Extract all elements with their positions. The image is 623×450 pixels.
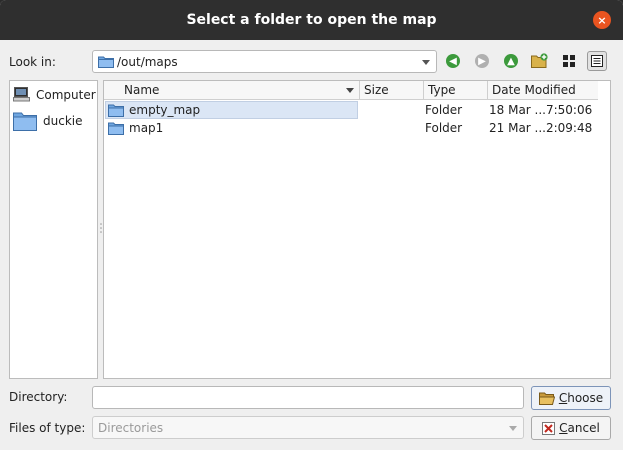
column-header-name[interactable]: Name (104, 81, 360, 100)
column-header-type[interactable]: Type (424, 81, 488, 100)
column-header-date-modified[interactable]: Date Modified (488, 81, 598, 100)
directory-label: Directory: (9, 390, 68, 404)
back-button[interactable]: ◀ (443, 51, 463, 71)
folder-icon (108, 122, 124, 135)
choose-button[interactable]: Choose (531, 386, 611, 410)
arrow-right-icon: ▶ (475, 54, 489, 68)
grid-view-icon (563, 55, 575, 67)
files-of-type-label: Files of type: (9, 421, 86, 435)
open-folder-icon (538, 392, 555, 405)
detail-view-button[interactable] (587, 51, 607, 71)
file-name: map1 (129, 121, 164, 135)
cancel-button[interactable]: Cancel (531, 416, 611, 440)
sidebar-item-computer[interactable]: Computer (13, 87, 96, 102)
files-of-type-value: Directories (98, 420, 164, 435)
look-in-label: Look in: (9, 55, 56, 69)
close-icon: × (597, 13, 607, 27)
cancel-label: Cancel (559, 421, 600, 435)
sidebar-item-duckie[interactable]: duckie (13, 111, 83, 131)
file-type: Folder (425, 103, 463, 117)
folder-icon (108, 104, 124, 117)
chevron-down-icon (509, 425, 517, 431)
chevron-down-icon (422, 59, 430, 65)
file-type: Folder (425, 121, 463, 135)
new-folder-icon (531, 53, 548, 68)
title-bar: Select a folder to open the map × (0, 0, 623, 40)
table-row[interactable]: map1 Folder 21 Mar ...2:09:48 (104, 119, 610, 137)
folder-icon (13, 112, 37, 131)
sidebar-item-label: Computer (36, 87, 96, 102)
sort-down-icon (346, 88, 354, 93)
new-folder-button[interactable] (530, 51, 550, 71)
file-list: Name Size Type Date Modified empty_map F… (103, 80, 611, 379)
splitter-handle[interactable] (100, 222, 102, 236)
table-row[interactable]: empty_map Folder 18 Mar ...7:50:06 (104, 101, 610, 119)
sidebar-item-label: duckie (43, 114, 83, 128)
files-of-type-combo[interactable]: Directories (92, 416, 524, 439)
places-sidebar: Computer duckie (9, 80, 98, 379)
close-button[interactable]: × (593, 11, 611, 29)
file-modified: 21 Mar ...2:09:48 (489, 121, 593, 135)
icon-view-button[interactable] (559, 51, 579, 71)
look-in-combo[interactable]: /out/maps (92, 50, 437, 73)
up-folder-button[interactable]: ▲ (501, 51, 521, 71)
forward-button[interactable]: ▶ (472, 51, 492, 71)
cancel-x-icon (542, 421, 556, 435)
choose-label: Choose (558, 391, 604, 405)
file-name: empty_map (129, 103, 201, 117)
arrow-up-icon: ▲ (504, 54, 518, 68)
column-header-size[interactable]: Size (360, 81, 424, 100)
file-modified: 18 Mar ...7:50:06 (489, 103, 593, 117)
dialog-title: Select a folder to open the map (186, 12, 437, 28)
look-in-path: /out/maps (117, 54, 178, 69)
directory-input[interactable] (92, 386, 524, 409)
list-view-icon (591, 55, 603, 67)
arrow-left-icon: ◀ (446, 54, 460, 68)
file-dialog-window: Select a folder to open the map × Look i… (0, 0, 623, 450)
computer-icon (13, 87, 30, 102)
folder-icon (98, 55, 114, 68)
